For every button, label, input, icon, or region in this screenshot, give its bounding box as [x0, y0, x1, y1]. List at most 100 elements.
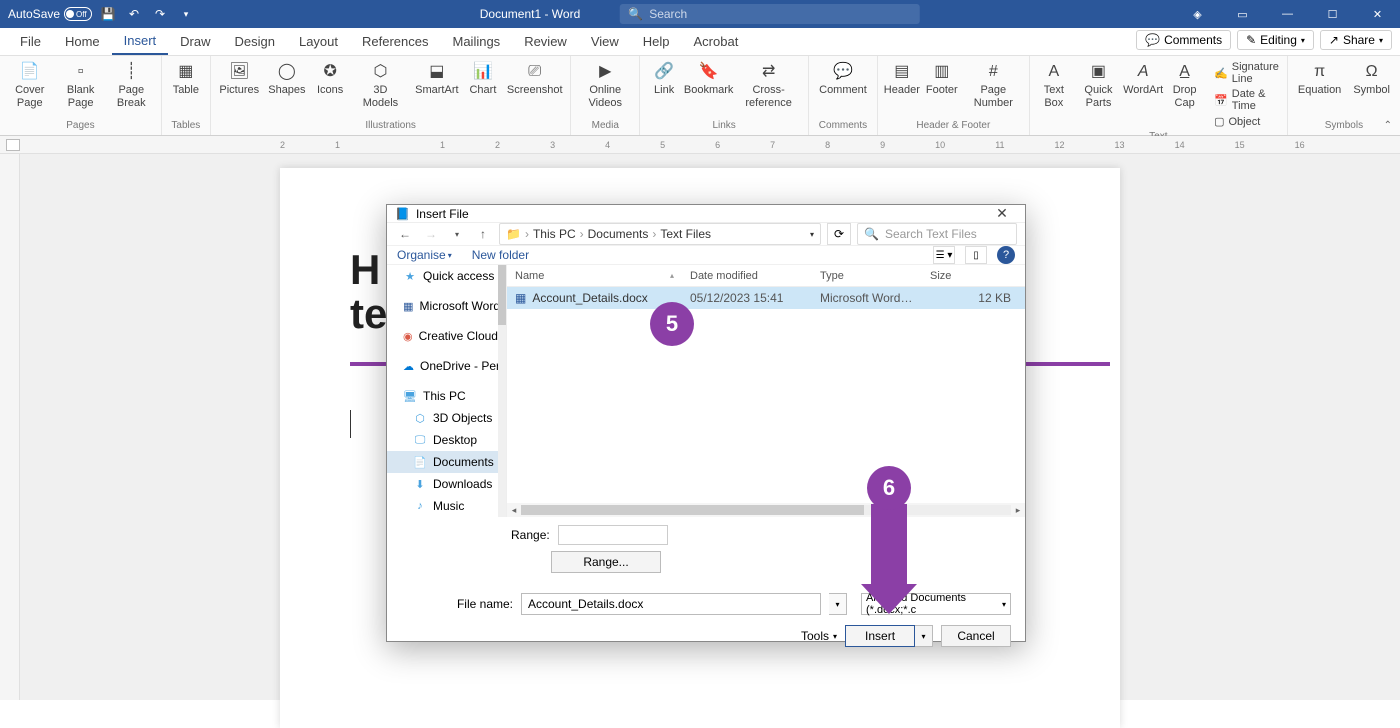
new-folder-button[interactable]: New folder	[472, 248, 529, 262]
tab-design[interactable]: Design	[223, 28, 287, 55]
col-date[interactable]: Date modified	[682, 270, 812, 282]
pictures-button[interactable]: 🖼Pictures	[217, 60, 262, 99]
horizontal-ruler[interactable]: 211234567891011121314151618	[0, 136, 1400, 154]
comments-button[interactable]: 💬Comments	[1136, 30, 1231, 50]
help-button[interactable]: ?	[997, 246, 1015, 264]
filename-input[interactable]	[521, 593, 821, 615]
filename-history-dropdown[interactable]: ▾	[829, 593, 847, 615]
equation-button[interactable]: πEquation	[1294, 60, 1345, 99]
text-box-button[interactable]: AText Box	[1036, 60, 1072, 112]
tab-file[interactable]: File	[8, 28, 53, 55]
3d-models-button[interactable]: ⬡3D Models	[352, 60, 409, 112]
quick-parts-button[interactable]: ▣Quick Parts	[1076, 60, 1121, 112]
tools-dropdown[interactable]: Tools ▾	[801, 629, 837, 643]
tree-quick-access[interactable]: ★Quick access	[387, 265, 506, 287]
file-list-scrollbar[interactable]: ◂ ▸	[507, 503, 1025, 517]
tab-references[interactable]: References	[350, 28, 440, 55]
tab-acrobat[interactable]: Acrobat	[682, 28, 751, 55]
page-number-button[interactable]: #Page Number	[964, 60, 1023, 112]
object-button[interactable]: ▢Object	[1212, 114, 1281, 129]
cross-reference-button[interactable]: ⇄Cross-reference	[735, 60, 802, 112]
tree-music[interactable]: ♪Music	[387, 495, 506, 517]
scroll-left-icon[interactable]: ◂	[507, 505, 521, 516]
redo-icon[interactable]: ↷	[150, 4, 170, 24]
table-button[interactable]: ▦Table	[168, 60, 204, 99]
dialog-titlebar[interactable]: 📘Insert File ✕	[387, 205, 1025, 223]
nav-up-button[interactable]: ↑	[473, 227, 493, 241]
share-button[interactable]: ↗Share▾	[1320, 30, 1392, 50]
tree-onedrive[interactable]: ☁OneDrive - Person	[387, 355, 506, 377]
undo-icon[interactable]: ↶	[124, 4, 144, 24]
address-bar[interactable]: 📁 › This PC › Documents › Text Files ▾	[499, 223, 821, 245]
bookmark-button[interactable]: 🔖Bookmark	[686, 60, 731, 99]
tab-mailings[interactable]: Mailings	[441, 28, 513, 55]
tab-review[interactable]: Review	[512, 28, 579, 55]
cancel-button[interactable]: Cancel	[941, 625, 1011, 647]
insert-button[interactable]: Insert	[845, 625, 915, 647]
range-input[interactable]	[558, 525, 668, 545]
chart-button[interactable]: 📊Chart	[465, 60, 501, 99]
breadcrumb-dropdown-icon[interactable]: ▾	[810, 230, 814, 239]
tab-insert[interactable]: Insert	[112, 28, 169, 55]
breadcrumb-item[interactable]: Text Files	[660, 227, 711, 241]
scroll-right-icon[interactable]: ▸	[1011, 505, 1025, 516]
tree-desktop[interactable]: 🖵Desktop	[387, 429, 506, 451]
col-size[interactable]: Size	[922, 270, 1025, 282]
organise-button[interactable]: Organise ▾	[397, 248, 452, 262]
tree-3d-objects[interactable]: ⬡3D Objects	[387, 407, 506, 429]
search-files-input[interactable]: 🔍 Search Text Files	[857, 223, 1017, 245]
preview-pane-button[interactable]: ▯	[965, 246, 987, 264]
editing-mode-button[interactable]: ✎Editing▾	[1237, 30, 1314, 50]
tree-downloads[interactable]: ⬇Downloads	[387, 473, 506, 495]
tab-selector[interactable]	[6, 139, 20, 151]
refresh-button[interactable]: ⟳	[827, 223, 851, 245]
col-name[interactable]: Name▴	[507, 270, 682, 282]
insert-dropdown[interactable]: ▾	[915, 625, 933, 647]
wordart-button[interactable]: AWordArt	[1125, 60, 1161, 99]
cover-page-button[interactable]: 📄Cover Page	[6, 60, 54, 112]
tab-home[interactable]: Home	[53, 28, 112, 55]
screenshot-button[interactable]: ⎚Screenshot	[505, 60, 564, 99]
file-row-selected[interactable]: ▦Account_Details.docx 05/12/2023 15:41 M…	[507, 287, 1025, 309]
footer-button[interactable]: ▥Footer	[924, 60, 960, 99]
tab-layout[interactable]: Layout	[287, 28, 350, 55]
collapse-ribbon-icon[interactable]: ⌃	[1384, 120, 1392, 131]
tab-view[interactable]: View	[579, 28, 631, 55]
column-headers[interactable]: Name▴ Date modified Type Size	[507, 265, 1025, 287]
nav-forward-button[interactable]: →	[421, 227, 441, 241]
vertical-ruler[interactable]	[0, 154, 20, 700]
page-break-button[interactable]: ┊Page Break	[108, 60, 155, 112]
breadcrumb-item[interactable]: Documents	[588, 227, 649, 241]
drop-cap-button[interactable]: A̲Drop Cap	[1165, 60, 1204, 112]
tab-help[interactable]: Help	[631, 28, 682, 55]
tree-this-pc[interactable]: 🖥This PC	[387, 385, 506, 407]
breadcrumb-item[interactable]: This PC	[533, 227, 576, 241]
nav-recent-dropdown[interactable]: ▾	[447, 230, 467, 239]
navigation-tree[interactable]: ★Quick access ▦Microsoft Word ◉Creative …	[387, 265, 507, 517]
col-type[interactable]: Type	[812, 270, 922, 282]
symbol-button[interactable]: ΩSymbol	[1349, 60, 1394, 99]
comment-button[interactable]: 💬Comment	[815, 60, 871, 99]
nav-back-button[interactable]: ←	[395, 227, 415, 241]
link-button[interactable]: 🔗Link	[646, 60, 682, 99]
tree-creative-cloud[interactable]: ◉Creative Cloud File	[387, 325, 506, 347]
search-box[interactable]: 🔍 Search	[620, 4, 920, 24]
window-mode-icon[interactable]: ▭	[1220, 0, 1265, 28]
save-icon[interactable]: 💾	[98, 4, 118, 24]
close-button[interactable]: ✕	[1355, 0, 1400, 28]
tab-draw[interactable]: Draw	[168, 28, 222, 55]
tree-word[interactable]: ▦Microsoft Word	[387, 295, 506, 317]
qat-customize-icon[interactable]: ▾	[176, 4, 196, 24]
shapes-button[interactable]: ◯Shapes	[266, 60, 309, 99]
view-options-button[interactable]: ☰ ▾	[933, 246, 955, 264]
minimize-button[interactable]: —	[1265, 0, 1310, 28]
tree-documents[interactable]: 📄Documents	[387, 451, 506, 473]
ribbon-display-icon[interactable]: ◈	[1175, 0, 1220, 28]
blank-page-button[interactable]: ▫Blank Page	[58, 60, 104, 112]
online-videos-button[interactable]: ▶Online Videos	[577, 60, 633, 112]
header-button[interactable]: ▤Header	[884, 60, 920, 99]
autosave-toggle[interactable]: AutoSave Off	[8, 7, 92, 21]
tree-scrollbar[interactable]	[498, 265, 506, 517]
date-time-button[interactable]: 📅Date & Time	[1212, 87, 1281, 113]
signature-line-button[interactable]: ✍Signature Line	[1212, 60, 1281, 86]
